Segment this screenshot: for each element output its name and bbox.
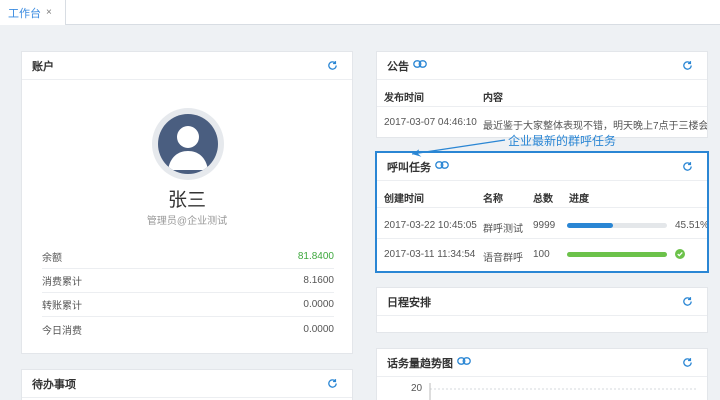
account-panel: 账户 张三 管理员@企业测试 余额 81.8400 消费累计 8.1600 转账… (21, 51, 353, 354)
account-title: 账户 (32, 60, 54, 73)
total-transfer-value: 0.0000 (303, 299, 334, 310)
refresh-icon[interactable] (682, 60, 693, 74)
total-spent-row: 消费累计 8.1600 (42, 269, 334, 293)
todo-header: 待办事项 (22, 370, 352, 398)
refresh-icon[interactable] (327, 378, 338, 392)
close-icon[interactable]: × (46, 7, 52, 18)
trend-title: 话务量趋势图 (387, 357, 453, 370)
tab-bar: 工作台 × (0, 0, 720, 25)
total-transfer-label: 转账累计 (42, 301, 82, 312)
highlight-frame (375, 151, 709, 273)
refresh-icon[interactable] (682, 357, 693, 371)
chart-gridline (429, 383, 697, 400)
total-spent-value: 8.1600 (303, 275, 334, 286)
trend-panel: 话务量趋势图 20 (376, 348, 708, 400)
account-role: 管理员@企业测试 (146, 216, 228, 227)
today-spent-row: 今日消费 0.0000 (42, 317, 334, 341)
balance-value: 81.8400 (297, 251, 334, 262)
today-spent-label: 今日消费 (42, 325, 82, 337)
column-header: 内容 (483, 93, 503, 104)
announcement-title: 公告 (387, 60, 409, 73)
trend-header: 话务量趋势图 (377, 349, 707, 377)
announcement-time: 2017-03-07 04:46:10 (384, 117, 477, 128)
account-header: 账户 (22, 52, 352, 80)
link-icon[interactable] (413, 60, 427, 71)
schedule-title: 日程安排 (387, 296, 431, 309)
today-spent-value: 0.0000 (303, 323, 334, 335)
total-transfer-row: 转账累计 0.0000 (42, 293, 334, 317)
announcement-table-header: 发布时间 内容 (377, 81, 707, 107)
refresh-icon[interactable] (327, 60, 338, 74)
account-name: 张三 (167, 190, 206, 211)
schedule-header: 日程安排 (377, 288, 707, 316)
todo-panel: 待办事项 (21, 369, 353, 400)
announcement-content: 最近鉴于大家整体表现不错，明天晚上7点于三楼会议 (483, 121, 708, 132)
user-silhouette-icon (158, 114, 218, 174)
link-icon[interactable] (457, 357, 471, 368)
schedule-panel: 日程安排 (376, 287, 708, 333)
tab-label: 工作台 (8, 7, 41, 20)
total-spent-label: 消费累计 (42, 277, 82, 288)
announcement-header: 公告 (377, 52, 707, 80)
annotation-text: 企业最新的群呼任务 (508, 134, 617, 148)
column-header: 发布时间 (384, 93, 424, 104)
balance-row: 余额 81.8400 (42, 245, 334, 269)
balance-label: 余额 (42, 253, 62, 264)
tab-workbench[interactable]: 工作台 × (0, 0, 66, 25)
trend-chart: 20 (377, 377, 707, 400)
refresh-icon[interactable] (682, 296, 693, 310)
avatar (152, 108, 224, 180)
announcement-panel: 公告 发布时间 内容 2017-03-07 04:46:10 最近鉴于大家整体表… (376, 51, 708, 138)
todo-title: 待办事项 (32, 378, 76, 391)
